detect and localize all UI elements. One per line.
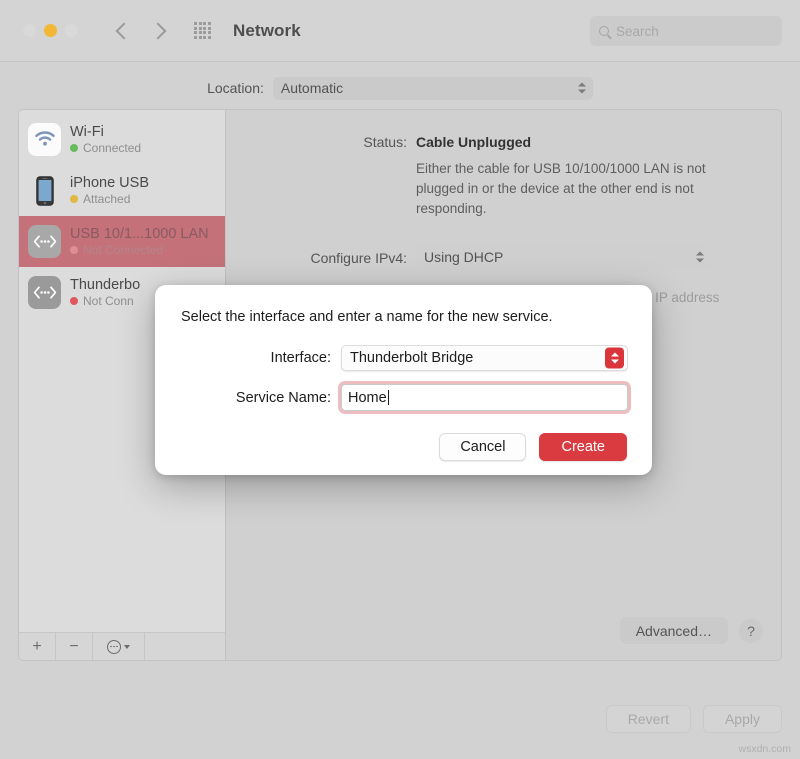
interface-row: Interface: Thunderbolt Bridge — [179, 345, 628, 371]
sidebar-item-iphone-usb[interactable]: iPhone USB Attached — [19, 165, 225, 216]
apply-button[interactable]: Apply — [703, 705, 782, 733]
zoom-button[interactable] — [65, 24, 78, 37]
sidebar-item-usb-lan[interactable]: USB 10/1...1000 LAN Not Connected — [19, 216, 225, 267]
service-status: Not Conn — [70, 294, 140, 308]
chevron-down-icon — [124, 645, 130, 649]
service-name-input[interactable]: Home — [341, 384, 628, 411]
sidebar-item-text: iPhone USB Attached — [70, 175, 149, 206]
status-label: Status: — [226, 132, 416, 150]
cancel-button[interactable]: Cancel — [439, 433, 526, 461]
traffic-lights — [23, 24, 78, 37]
search-placeholder: Search — [616, 24, 659, 39]
status-description: Either the cable for USB 10/100/1000 LAN… — [416, 159, 726, 219]
new-service-dialog: Select the interface and enter a name fo… — [155, 285, 652, 475]
service-name-label: Service Name: — [179, 390, 341, 406]
sidebar-footer: + − — [19, 632, 225, 660]
sidebar-item-text: USB 10/1...1000 LAN Not Connected — [70, 226, 209, 257]
help-button[interactable]: ? — [739, 619, 763, 643]
service-actions-button[interactable] — [93, 633, 145, 660]
watermark: wsxdn.com — [738, 743, 791, 755]
nav-buttons — [118, 25, 164, 37]
ellipsis-circle-icon — [107, 640, 121, 654]
interface-label: Interface: — [179, 350, 341, 366]
revert-button[interactable]: Revert — [606, 705, 691, 733]
grid-apps-icon[interactable] — [194, 22, 211, 39]
service-name: Thunderbo — [70, 277, 140, 293]
status-dot — [70, 297, 78, 305]
sidebar-footer-filler — [145, 633, 225, 660]
ipv4-value: Using DHCP — [424, 249, 503, 265]
status-dot — [70, 144, 78, 152]
add-service-button[interactable]: + — [19, 633, 56, 660]
panel-actions: Advanced… ? — [620, 617, 763, 644]
chevron-updown-icon[interactable] — [605, 348, 624, 369]
back-icon[interactable] — [116, 22, 133, 39]
sidebar-item-text: Thunderbo Not Conn — [70, 277, 140, 308]
service-status: Connected — [70, 141, 141, 155]
ipv4-label: Configure IPv4: — [226, 248, 416, 266]
wifi-icon — [28, 123, 61, 156]
interface-value: Thunderbolt Bridge — [350, 350, 473, 366]
service-status: Not Connected — [70, 243, 209, 257]
ipv4-row: Configure IPv4: Using DHCP — [226, 245, 755, 270]
location-select[interactable]: Automatic — [273, 76, 593, 100]
service-name: USB 10/1...1000 LAN — [70, 226, 209, 242]
advanced-button[interactable]: Advanced… — [620, 617, 728, 644]
forward-icon[interactable] — [150, 22, 167, 39]
chevron-updown-icon — [696, 252, 704, 263]
location-row: Location: Automatic — [0, 62, 800, 109]
sidebar-item-wifi[interactable]: Wi-Fi Connected — [19, 114, 225, 165]
location-value: Automatic — [281, 80, 343, 96]
dialog-title: Select the interface and enter a name fo… — [181, 309, 628, 325]
minimize-button[interactable] — [44, 24, 57, 37]
iphone-icon — [28, 174, 61, 207]
close-button[interactable] — [23, 24, 36, 37]
page-title: Network — [233, 21, 301, 41]
create-button[interactable]: Create — [539, 433, 627, 461]
service-status: Attached — [70, 192, 149, 206]
service-name-row: Service Name: Home — [179, 384, 628, 411]
status-dot — [70, 246, 78, 254]
service-name-value: Home — [348, 390, 387, 406]
service-name: iPhone USB — [70, 175, 149, 191]
service-name: Wi-Fi — [70, 124, 141, 140]
status-value: Cable Unplugged — [416, 132, 531, 150]
chevron-updown-icon — [578, 82, 586, 93]
status-row: Status: Cable Unplugged — [226, 132, 755, 150]
titlebar: Network Search — [0, 0, 800, 62]
text-caret — [388, 390, 389, 405]
status-dot — [70, 195, 78, 203]
interface-select[interactable]: Thunderbolt Bridge — [341, 345, 628, 371]
sidebar-item-text: Wi-Fi Connected — [70, 124, 141, 155]
dialog-actions: Cancel Create — [179, 433, 627, 461]
ethernet-icon — [28, 276, 61, 309]
window-footer: Revert Apply — [0, 687, 800, 759]
remove-service-button[interactable]: − — [56, 633, 93, 660]
ethernet-icon — [28, 225, 61, 258]
search-input[interactable]: Search — [590, 16, 782, 46]
search-icon — [599, 26, 609, 36]
ipv4-select[interactable]: Using DHCP — [416, 245, 711, 270]
location-label: Location: — [207, 80, 264, 96]
